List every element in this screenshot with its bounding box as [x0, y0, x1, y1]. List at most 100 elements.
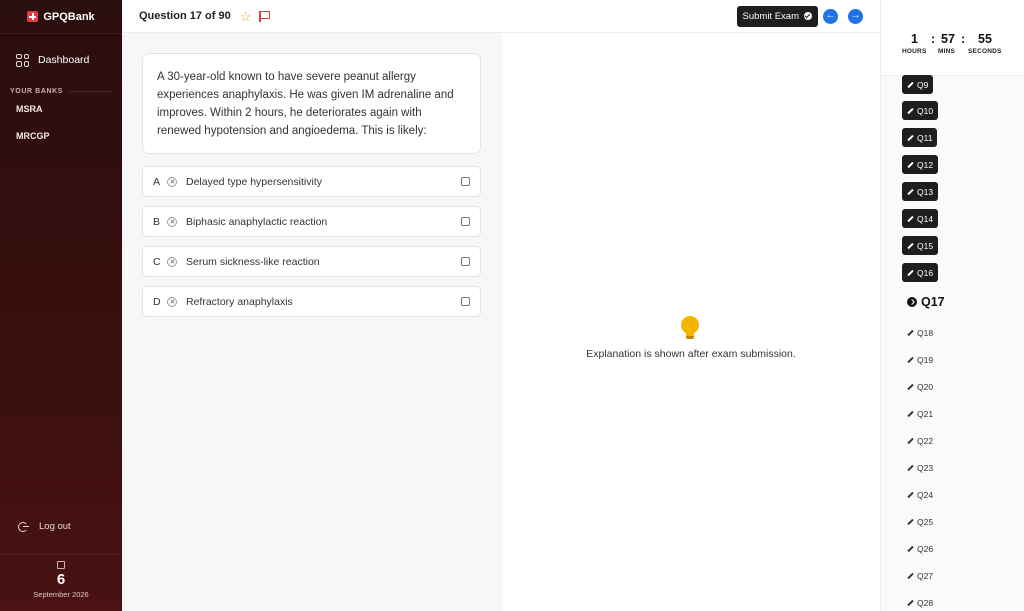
submit-exam-button[interactable]: Submit Exam: [736, 5, 818, 27]
checkbox-icon[interactable]: [461, 297, 470, 306]
submit-exam-label: Submit Exam: [742, 10, 800, 22]
sidebar-item-mrcgp[interactable]: MRCGP: [0, 122, 122, 149]
option-a[interactable]: A Delayed type hypersensitivity: [142, 166, 481, 197]
plus-logo-icon: [27, 11, 39, 22]
option-letter: B: [153, 215, 161, 228]
question-nav-item-q11[interactable]: Q11: [902, 128, 938, 147]
question-panel: A 30-year-old known to have severe peanu…: [122, 33, 502, 611]
pencil-icon: [907, 134, 914, 141]
pencil-icon: [907, 242, 914, 249]
logout-icon: [18, 521, 29, 532]
arrow-right-icon: →: [850, 10, 861, 21]
question-nav-label: Q26: [917, 543, 934, 554]
question-nav-item-q22[interactable]: Q22: [902, 431, 938, 450]
question-nav-item-q21[interactable]: Q21: [902, 404, 938, 423]
pencil-icon: [907, 410, 914, 417]
sidebar-item-dashboard[interactable]: Dashboard: [0, 34, 122, 86]
question-nav-label: Q16: [917, 267, 934, 278]
question-nav-item-q9[interactable]: Q9: [902, 75, 934, 94]
question-nav-label: Q20: [917, 381, 934, 392]
question-nav-label: Q22: [917, 435, 934, 446]
checkbox-icon[interactable]: [461, 177, 470, 186]
option-letter: C: [153, 255, 161, 268]
question-nav-label: Q25: [917, 516, 934, 527]
question-nav-label: Q10: [917, 105, 934, 116]
question-nav-label: Q27: [917, 570, 934, 581]
question-navigator: 1 : 57 : 55 HOURS MINS SECONDS Q9 Q10 Q11 Q…: [880, 0, 1024, 611]
pencil-icon: [907, 437, 914, 444]
question-nav-item-q13[interactable]: Q13: [902, 182, 939, 201]
option-letter: A: [153, 175, 161, 188]
question-nav-item-q25[interactable]: Q25: [902, 512, 938, 531]
x-circle-icon[interactable]: [167, 176, 177, 187]
option-b[interactable]: B Biphasic anaphylactic reaction: [142, 206, 481, 237]
question-nav-item-q23[interactable]: Q23: [902, 458, 938, 477]
option-c[interactable]: C Serum sickness-like reaction: [142, 246, 481, 277]
question-nav-label: Q19: [917, 354, 934, 365]
pencil-icon: [907, 545, 914, 552]
option-d[interactable]: D Refractory anaphylaxis: [142, 286, 481, 317]
x-circle-icon[interactable]: [167, 216, 177, 227]
pencil-icon: [907, 215, 914, 222]
question-nav-item-q10[interactable]: Q10: [902, 101, 939, 120]
sidebar-item-msra[interactable]: MSRA: [0, 95, 122, 122]
header-actions: Submit Exam ← →: [736, 5, 863, 27]
question-nav-item-q28[interactable]: Q28: [902, 593, 938, 611]
question-counter: Question 17 of 90: [139, 10, 231, 22]
logout-button[interactable]: Log out: [18, 521, 71, 532]
option-text: Biphasic anaphylactic reaction: [186, 215, 328, 228]
pencil-icon: [907, 518, 914, 525]
date-month: September 2026: [33, 590, 89, 599]
question-nav-label: Q21: [917, 408, 934, 419]
date-day: 6: [56, 571, 66, 588]
bulb-icon: [681, 316, 699, 340]
question-nav-label: Q18: [917, 327, 934, 338]
star-icon[interactable]: ☆: [240, 10, 252, 23]
question-nav-label: Q13: [917, 186, 934, 197]
app-logo[interactable]: GPQBank: [0, 0, 122, 33]
question-nav-label: Q12: [917, 159, 934, 170]
question-nav-item-q20[interactable]: Q20: [902, 377, 938, 396]
arrow-left-icon: ←: [825, 10, 836, 21]
question-nav-item-q27[interactable]: Q27: [902, 566, 938, 585]
option-text: Delayed type hypersensitivity: [186, 175, 322, 188]
x-circle-icon[interactable]: [167, 296, 177, 307]
question-nav-label: Q23: [917, 462, 934, 473]
current-arrow-icon: [907, 296, 917, 307]
question-stem: A 30-year-old known to have severe peanu…: [142, 53, 481, 154]
question-nav-label: Q17: [921, 294, 945, 309]
flag-icon[interactable]: [259, 10, 270, 22]
question-nav-item-q18[interactable]: Q18: [902, 323, 938, 342]
pencil-icon: [907, 383, 914, 390]
check-circle-icon: [804, 12, 812, 20]
question-nav-item-q24[interactable]: Q24: [902, 485, 938, 504]
previous-question-button[interactable]: ←: [823, 8, 838, 24]
timer-hours-label: HOURS: [902, 48, 927, 55]
timer-separator: :: [961, 32, 966, 46]
timer-hours: 1: [911, 32, 918, 46]
pencil-icon: [907, 107, 914, 114]
question-nav-item-q19[interactable]: Q19: [902, 350, 938, 369]
question-nav-item-q17[interactable]: Q17: [902, 292, 950, 311]
pencil-icon: [907, 356, 914, 363]
explanation-panel: Explanation is shown after exam submissi…: [502, 33, 880, 611]
question-nav-item-q15[interactable]: Q15: [902, 236, 939, 255]
logout-label: Log out: [39, 521, 71, 532]
question-nav-label: Q28: [917, 597, 934, 608]
next-question-button[interactable]: →: [848, 8, 863, 24]
option-letter: D: [153, 295, 161, 308]
question-nav-item-q26[interactable]: Q26: [902, 539, 938, 558]
checkbox-icon[interactable]: [461, 257, 470, 266]
x-circle-icon[interactable]: [167, 256, 177, 267]
checkbox-icon[interactable]: [461, 217, 470, 226]
timer-seconds-label: SECONDS: [968, 48, 1002, 55]
question-nav-item-q14[interactable]: Q14: [902, 209, 939, 228]
sidebar: GPQBank Dashboard YOUR BANKS MSRA MRCGP …: [0, 0, 122, 611]
question-nav-item-q16[interactable]: Q16: [902, 263, 939, 282]
timer-minutes: 57: [941, 32, 955, 46]
app-name: GPQBank: [43, 10, 95, 23]
question-nav-item-q12[interactable]: Q12: [902, 155, 939, 174]
pencil-icon: [907, 81, 914, 88]
pencil-icon: [907, 599, 914, 606]
question-nav-label: Q9: [917, 79, 929, 90]
